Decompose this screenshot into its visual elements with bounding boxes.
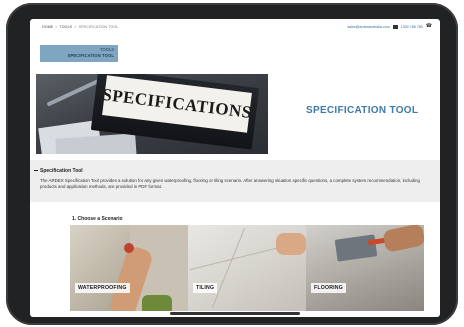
tile-photo-trowel <box>334 234 378 262</box>
tools-tab-sublabel: SPECIFICATION TOOL <box>67 52 114 58</box>
breadcrumb: HOME > TOOLS > SPECIFICATION TOOL <box>42 25 118 29</box>
scenario-heading: 1. Choose a Scenario <box>72 216 123 222</box>
contact-email-link[interactable]: sales@ardexaustralia.com <box>347 25 389 29</box>
scenario-tile-flooring[interactable]: FLOORING <box>306 225 424 311</box>
tile-photo-grout <box>211 227 246 309</box>
tools-tab[interactable]: TOOLS SPECIFICATION TOOL <box>40 45 118 62</box>
tile-photo-brush <box>124 243 134 253</box>
hero-image: SPECIFICATIONS <box>36 74 268 154</box>
scenario-tile-label: TILING <box>193 283 218 293</box>
tablet-frame: HOME > TOOLS > SPECIFICATION TOOL sales@… <box>6 3 458 325</box>
tile-photo-arm <box>382 225 424 253</box>
breadcrumb-home[interactable]: HOME <box>42 25 53 29</box>
scenario-tile-label: FLOORING <box>311 283 346 293</box>
tablet-screen: HOME > TOOLS > SPECIFICATION TOOL sales@… <box>30 19 440 317</box>
scenario-tile-tiling[interactable]: TILING <box>188 225 306 311</box>
intro-bullet <box>34 170 38 171</box>
phone-icon: ☎ <box>425 23 432 29</box>
scenario-tile-waterproofing[interactable]: WATERPROOFING <box>70 225 188 311</box>
tile-photo-glove <box>142 295 172 311</box>
breadcrumb-separator: > <box>55 25 58 29</box>
home-indicator <box>170 312 300 315</box>
page-title: SPECIFICATION TOOL <box>306 105 419 116</box>
breadcrumb-separator: > <box>74 25 77 29</box>
breadcrumb-current: SPECIFICATION TOOL <box>78 25 119 29</box>
scenario-tile-label: WATERPROOFING <box>75 283 130 293</box>
breadcrumb-tools[interactable]: TOOLS <box>60 25 73 29</box>
intro-section: Specification Tool The ARDEX Specificati… <box>30 160 440 202</box>
mail-icon <box>392 24 398 29</box>
tile-photo-hand <box>276 233 306 255</box>
contact-info: sales@ardexaustralia.com 1300 788 780 ☎ <box>347 24 432 29</box>
top-bar: HOME > TOOLS > SPECIFICATION TOOL sales@… <box>30 19 440 33</box>
contact-phone-link[interactable]: 1300 788 780 <box>401 25 423 29</box>
intro-text: The ARDEX Specification Tool provides a … <box>40 178 420 190</box>
intro-heading: Specification Tool <box>40 168 83 174</box>
